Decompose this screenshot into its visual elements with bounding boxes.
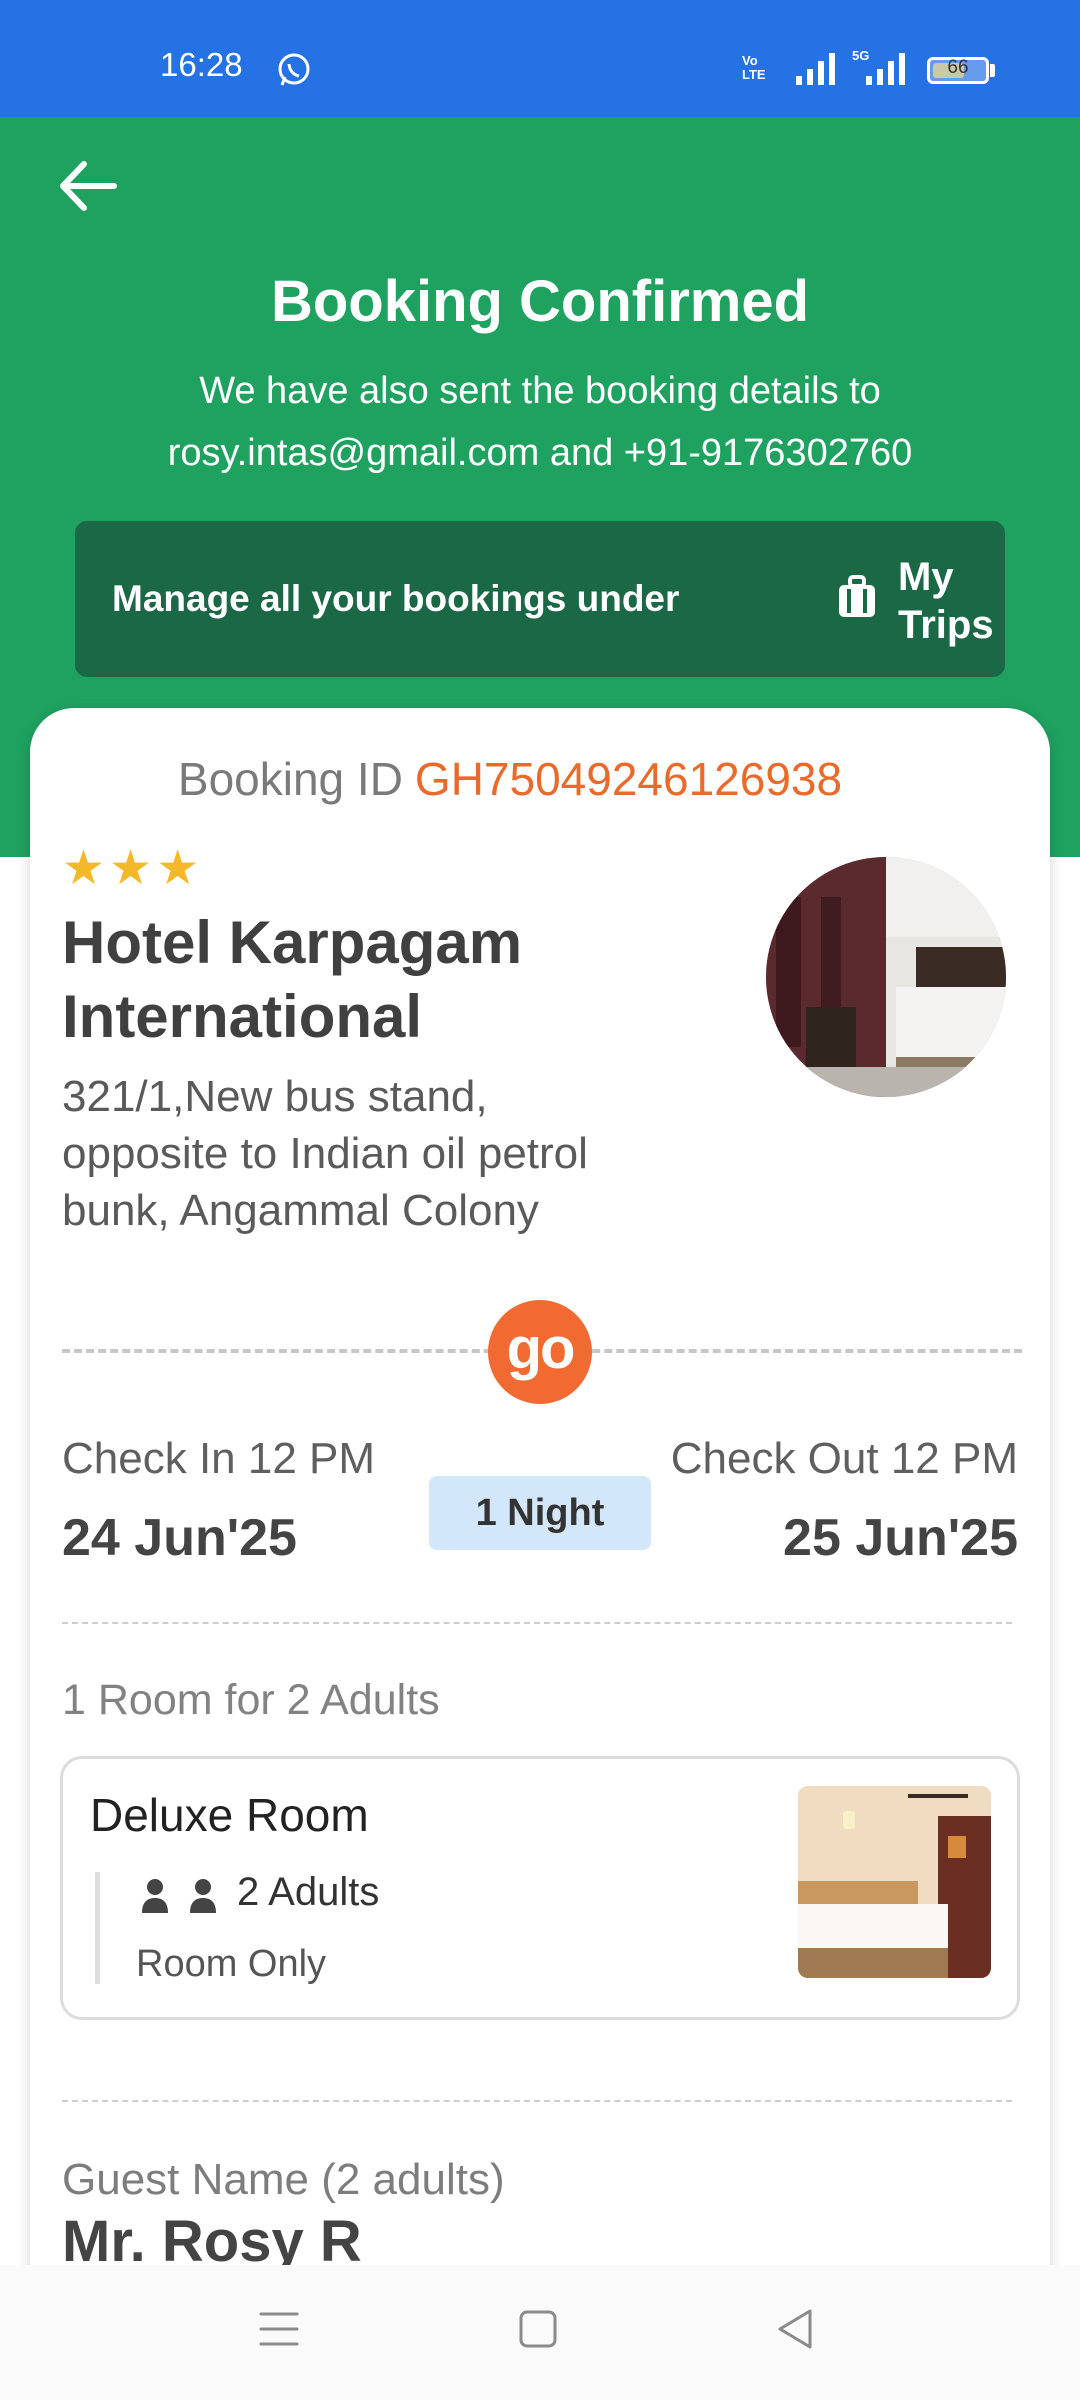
checkout-label: Check Out 12 PM <box>670 1434 1018 1483</box>
signal-5g-icon <box>866 53 905 85</box>
hotel-address: 321/1,New bus stand, opposite to Indian … <box>62 1072 588 1235</box>
checkin-date: 24 Jun'25 <box>62 1509 297 1567</box>
back-icon[interactable] <box>774 2307 814 2351</box>
room-image <box>798 1786 991 1978</box>
menu-icon[interactable] <box>258 2309 300 2349</box>
my-trips-link[interactable]: My Trips <box>898 553 994 649</box>
back-arrow-icon[interactable] <box>58 160 118 212</box>
manage-bookings-banner[interactable]: Manage all your bookings under My Trips <box>75 521 1005 677</box>
room-detail-bar <box>95 1872 100 1984</box>
booking-id-label: Booking ID <box>177 753 403 805</box>
volte-indicator: Vo LTE <box>742 53 766 82</box>
suitcase-icon <box>839 575 875 617</box>
star-rating: ★★★ <box>62 842 204 895</box>
room-plan: Room Only <box>136 1943 327 1985</box>
person-icon <box>190 1879 216 1913</box>
room-name: Deluxe Room <box>90 1789 369 1841</box>
status-bar: 16:28 Vo LTE 5G 66 <box>0 0 1080 117</box>
page-title: Booking Confirmed <box>270 269 810 334</box>
booking-id: Booking ID GH75049246126938 <box>0 752 1020 806</box>
divider-dashed <box>62 1622 1012 1624</box>
brand-logo: go <box>488 1300 592 1404</box>
checkin-label: Check In 12 PM <box>62 1434 376 1483</box>
checkout-date: 25 Jun'25 <box>783 1509 1018 1567</box>
home-icon[interactable] <box>518 2309 558 2349</box>
room-photo[interactable] <box>798 1786 991 1978</box>
nights-badge: 1 Night <box>429 1476 651 1550</box>
divider-dashed <box>62 2100 1012 2102</box>
hotel-room-image <box>766 857 1006 1097</box>
room-adults: 2 Adults <box>237 1870 380 1914</box>
person-icon <box>142 1879 168 1913</box>
status-time: 16:28 <box>160 46 243 83</box>
whatsapp-icon <box>278 53 310 86</box>
signal-icon <box>796 53 835 85</box>
system-nav-bar <box>0 2265 1080 2400</box>
guest-label: Guest Name (2 adults) <box>62 2155 505 2204</box>
booking-id-value: GH75049246126938 <box>414 753 843 805</box>
confirmation-subtitle: We have also sent the booking details to… <box>167 370 913 474</box>
rooms-summary: 1 Room for 2 Adults <box>62 1676 440 1724</box>
hotel-name[interactable]: Hotel Karpagam International <box>62 906 712 1054</box>
manage-bookings-text: Manage all your bookings under <box>112 578 680 619</box>
hotel-photo[interactable] <box>766 857 1006 1097</box>
battery-cap <box>990 64 995 77</box>
battery-icon: 66 <box>927 57 989 84</box>
